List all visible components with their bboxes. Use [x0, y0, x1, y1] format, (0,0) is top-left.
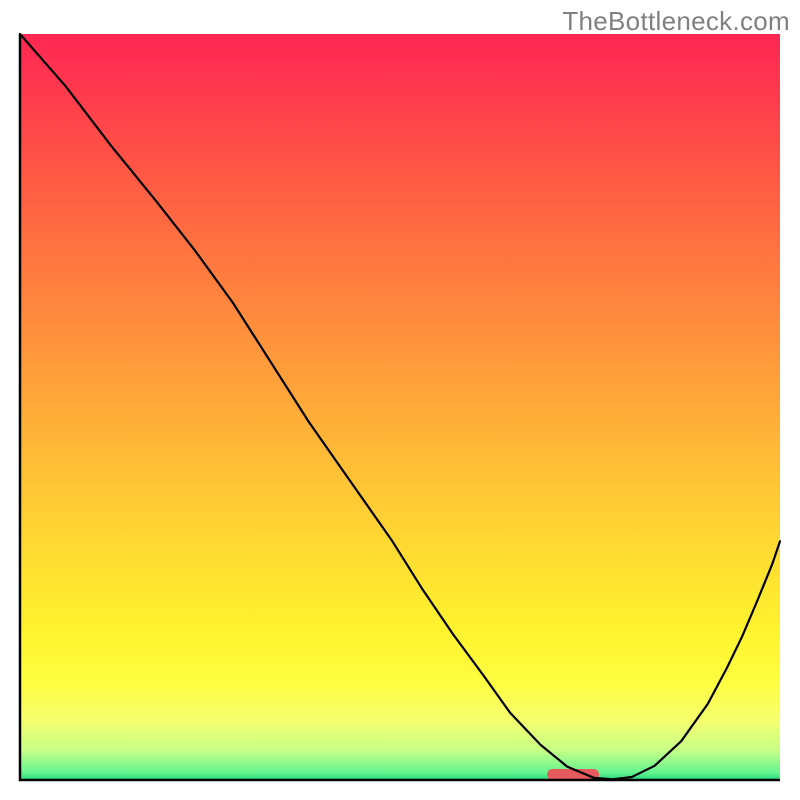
watermark-text: TheBottleneck.com	[562, 6, 790, 37]
highlight-marker	[547, 769, 599, 780]
chart-background-gradient	[20, 34, 780, 780]
bottleneck-chart: TheBottleneck.com	[0, 0, 800, 800]
